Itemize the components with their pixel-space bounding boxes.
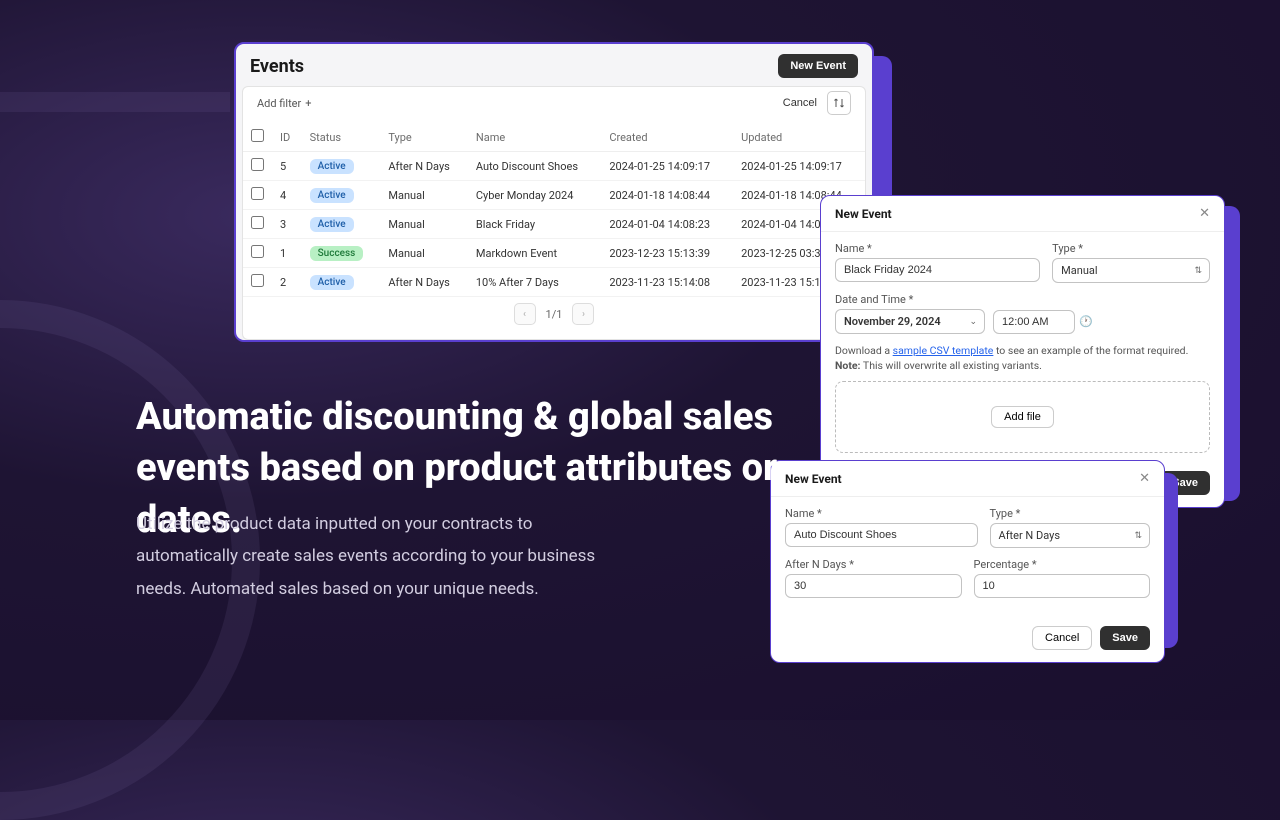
table-row[interactable]: 2 Active After N Days 10% After 7 Days 2… [243, 268, 865, 297]
cell-created: 2024-01-25 14:09:17 [601, 152, 733, 181]
row-checkbox[interactable] [251, 274, 264, 287]
modal2-pct-label: Percentage * [974, 558, 1151, 571]
cell-name: 10% After 7 Days [468, 268, 601, 297]
modal1-name-input[interactable] [835, 258, 1040, 282]
new-event-modal-afterndays: New Event ✕ Name * Type * After N Days ⇅… [770, 460, 1165, 663]
row-checkbox[interactable] [251, 245, 264, 258]
modal1-title: New Event [835, 207, 892, 221]
bg-decor-bar [0, 92, 230, 112]
cell-id: 1 [272, 239, 302, 268]
cell-id: 4 [272, 181, 302, 210]
events-table: ID Status Type Name Created Updated 5 Ac… [243, 123, 865, 297]
csv-template-link[interactable]: sample CSV template [893, 344, 994, 357]
status-badge: Active [310, 188, 354, 203]
col-created: Created [601, 123, 733, 152]
modal2-cancel-button[interactable]: Cancel [1032, 626, 1092, 650]
pager-prev-button[interactable]: ‹ [514, 303, 536, 325]
cell-created: 2023-12-23 15:13:39 [601, 239, 733, 268]
clock-icon: 🕐 [1079, 315, 1093, 328]
modal1-type-label: Type * [1052, 242, 1210, 255]
pager-text: 1/1 [546, 308, 563, 321]
modal1-time-input[interactable] [993, 310, 1075, 334]
new-event-button[interactable]: New Event [778, 54, 858, 78]
cell-type: Manual [380, 210, 468, 239]
table-row[interactable]: 1 Success Manual Markdown Event 2023-12-… [243, 239, 865, 268]
sort-icon [833, 97, 845, 109]
plus-icon: + [305, 97, 311, 110]
cell-name: Black Friday [468, 210, 601, 239]
cell-updated: 2024-01-25 14:09:17 [733, 152, 865, 181]
cell-type: Manual [380, 239, 468, 268]
cell-id: 3 [272, 210, 302, 239]
cell-name: Markdown Event [468, 239, 601, 268]
col-name: Name [468, 123, 601, 152]
cell-name: Auto Discount Shoes [468, 152, 601, 181]
modal1-date-select[interactable]: November 29, 2024 [835, 309, 985, 334]
cell-type: After N Days [380, 268, 468, 297]
row-checkbox[interactable] [251, 158, 264, 171]
add-filter-label: Add filter [257, 97, 301, 110]
row-checkbox[interactable] [251, 216, 264, 229]
table-row[interactable]: 5 Active After N Days Auto Discount Shoe… [243, 152, 865, 181]
col-id: ID [272, 123, 302, 152]
table-row[interactable]: 4 Active Manual Cyber Monday 2024 2024-0… [243, 181, 865, 210]
table-row[interactable]: 3 Active Manual Black Friday 2024-01-04 … [243, 210, 865, 239]
modal2-type-label: Type * [990, 507, 1150, 520]
file-dropzone[interactable]: Add file [835, 381, 1210, 453]
cell-created: 2023-11-23 15:14:08 [601, 268, 733, 297]
status-badge: Success [310, 246, 364, 261]
cell-name: Cyber Monday 2024 [468, 181, 601, 210]
modal2-save-button[interactable]: Save [1100, 626, 1150, 650]
modal1-date-label: Date and Time * [835, 293, 1210, 306]
cell-created: 2024-01-18 14:08:44 [601, 181, 733, 210]
row-checkbox[interactable] [251, 187, 264, 200]
events-title: Events [250, 56, 304, 77]
cell-created: 2024-01-04 14:08:23 [601, 210, 733, 239]
col-type: Type [380, 123, 468, 152]
modal2-type-select[interactable]: After N Days [990, 523, 1150, 548]
cell-id: 5 [272, 152, 302, 181]
status-badge: Active [310, 159, 354, 174]
modal2-pct-input[interactable] [974, 574, 1151, 598]
modal2-name-input[interactable] [785, 523, 978, 547]
col-updated: Updated [733, 123, 865, 152]
pager-next-button[interactable]: › [572, 303, 594, 325]
marketing-subtext: Utilize the product data inputted on you… [136, 508, 596, 605]
add-file-button[interactable]: Add file [991, 406, 1054, 428]
modal2-after-label: After N Days * [785, 558, 962, 571]
status-badge: Active [310, 275, 354, 290]
sort-button[interactable] [827, 91, 851, 115]
select-all-checkbox[interactable] [251, 129, 264, 142]
modal1-type-select[interactable]: Manual [1052, 258, 1210, 283]
cell-type: After N Days [380, 152, 468, 181]
events-card: Events New Event Add filter + Cancel ID … [234, 42, 874, 342]
modal1-close-button[interactable]: ✕ [1199, 206, 1210, 221]
cell-type: Manual [380, 181, 468, 210]
modal2-close-button[interactable]: ✕ [1139, 471, 1150, 486]
toolbar-cancel-button[interactable]: Cancel [783, 97, 817, 109]
add-filter-button[interactable]: Add filter + [257, 97, 312, 110]
modal1-helper-text: Download a sample CSV template to see an… [835, 344, 1210, 373]
modal2-after-input[interactable] [785, 574, 962, 598]
cell-id: 2 [272, 268, 302, 297]
col-status: Status [302, 123, 381, 152]
modal2-name-label: Name * [785, 507, 978, 520]
pager: ‹ 1/1 › [249, 297, 859, 327]
status-badge: Active [310, 217, 354, 232]
modal1-name-label: Name * [835, 242, 1040, 255]
